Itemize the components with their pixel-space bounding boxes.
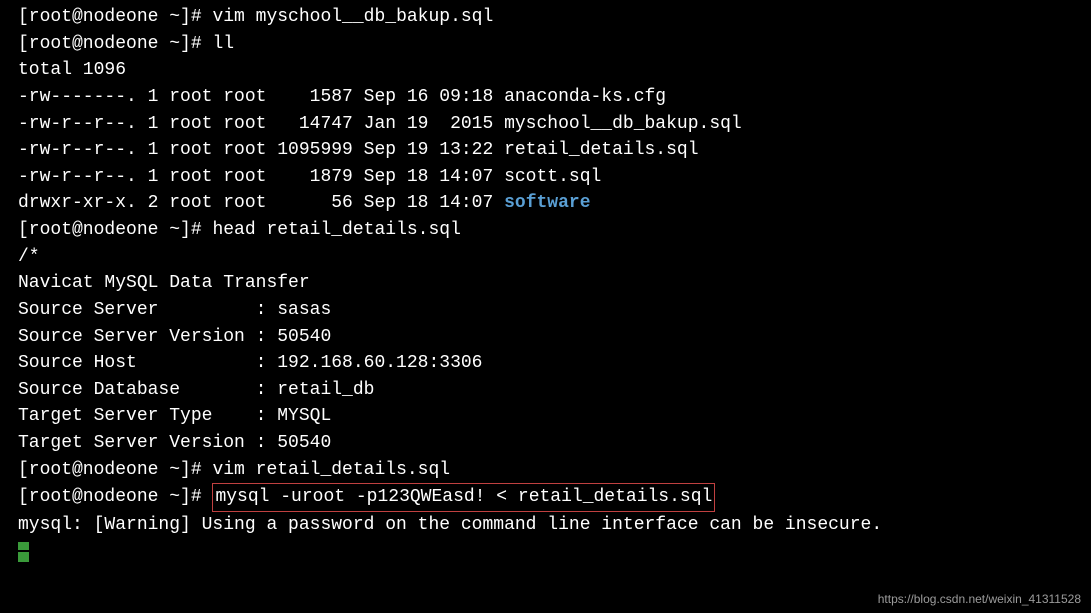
head-output: Source Database : retail_db xyxy=(18,377,1073,404)
highlighted-command: mysql -uroot -p123QWEasd! < retail_detai… xyxy=(212,483,715,512)
ls-entry: -rw-r--r--. 1 root root 1095999 Sep 19 1… xyxy=(18,137,1073,164)
terminal-line: [root@nodeone ~]# head retail_details.sq… xyxy=(18,217,1073,244)
terminal-line: [root@nodeone ~]# vim retail_details.sql xyxy=(18,457,1073,484)
watermark-text: https://blog.csdn.net/weixin_41311528 xyxy=(878,591,1081,609)
folder-name: software xyxy=(504,193,590,213)
prompt: [root@nodeone ~]# xyxy=(18,34,212,54)
command: vim retail_details.sql xyxy=(212,460,450,480)
command: ll xyxy=(212,34,234,54)
head-output: Target Server Type : MYSQL xyxy=(18,403,1073,430)
prompt: [root@nodeone ~]# xyxy=(18,7,212,27)
ls-total: total 1096 xyxy=(18,57,1073,84)
terminal-line: [root@nodeone ~]# mysql -uroot -p123QWEa… xyxy=(18,483,1073,512)
head-output: /* xyxy=(18,244,1073,271)
terminal-line: [root@nodeone ~]# ll xyxy=(18,31,1073,58)
mysql-warning: mysql: [Warning] Using a password on the… xyxy=(18,512,1073,539)
head-output: Navicat MySQL Data Transfer xyxy=(18,270,1073,297)
head-output: Source Server : sasas xyxy=(18,297,1073,324)
head-output: Source Server Version : 50540 xyxy=(18,324,1073,351)
ls-entry: -rw-r--r--. 1 root root 14747 Jan 19 201… xyxy=(18,111,1073,138)
prompt: [root@nodeone ~]# xyxy=(18,487,212,507)
text-cursor-icon xyxy=(18,542,29,562)
prompt: [root@nodeone ~]# xyxy=(18,220,212,240)
head-output: Target Server Version : 50540 xyxy=(18,430,1073,457)
command: head retail_details.sql xyxy=(212,220,460,240)
head-output: Source Host : 192.168.60.128:3306 xyxy=(18,350,1073,377)
ls-entry-dir: drwxr-xr-x. 2 root root 56 Sep 18 14:07 … xyxy=(18,190,1073,217)
cursor-line[interactable] xyxy=(18,539,1073,566)
ls-entry: -rw-r--r--. 1 root root 1879 Sep 18 14:0… xyxy=(18,164,1073,191)
terminal-line: [root@nodeone ~]# vim myschool__db_bakup… xyxy=(18,4,1073,31)
ls-dir-prefix: drwxr-xr-x. 2 root root 56 Sep 18 14:07 xyxy=(18,193,504,213)
ls-entry: -rw-------. 1 root root 1587 Sep 16 09:1… xyxy=(18,84,1073,111)
prompt: [root@nodeone ~]# xyxy=(18,460,212,480)
command: vim myschool__db_bakup.sql xyxy=(212,7,493,27)
